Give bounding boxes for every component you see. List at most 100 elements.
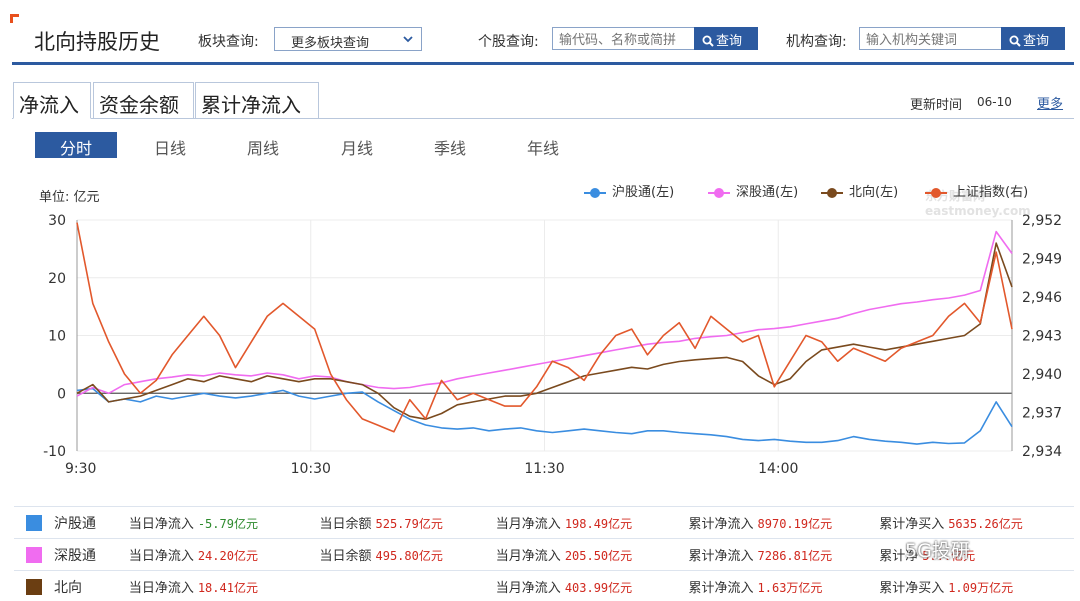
stats-cell: 当日净流入 -5.79亿元	[128, 506, 320, 539]
period-tab-daily[interactable]: 日线	[129, 132, 211, 158]
stats-label: 当日净流入	[128, 549, 194, 564]
intraday-flow-chart: 30 20 10 0 -10 2,952 2,949 2,946 2,943 2,940 2,937…	[43, 213, 1062, 477]
stats-row: 北向 当日净流入 18.41亿元 当月净流入 403.99亿元 累计净流入 1.63万亿元累…	[14, 570, 1074, 601]
period-tab-weekly[interactable]: 周线	[222, 132, 304, 158]
sector-select-value: 更多板块查询	[291, 36, 370, 51]
corner-mark	[10, 14, 19, 23]
stats-value: 8970.19亿元	[757, 517, 833, 531]
stats-value: 1.09万亿元	[948, 581, 1014, 595]
inst-query-label: 机构查询:	[786, 34, 847, 50]
stats-cell: 当日余额 525.79亿元	[319, 506, 496, 539]
stats-series-cell: 北向	[14, 570, 129, 601]
header-divider	[12, 62, 1074, 65]
period-tab-monthly[interactable]: 月线	[316, 132, 398, 158]
y-tick-label-right: 2,934	[1022, 444, 1062, 460]
stats-value: 403.99亿元	[564, 581, 633, 595]
update-time-value: 06-10	[977, 95, 1012, 109]
stats-label: 累计净流入	[688, 549, 754, 564]
stats-label: 当月净流入	[495, 549, 561, 564]
tab-fund-balance[interactable]: 资金余额	[93, 82, 194, 119]
y-tick-label-right: 2,940	[1022, 367, 1062, 383]
stats-cell: 当日余额 495.80亿元	[319, 538, 496, 571]
y-tick-label-left: 30	[48, 213, 66, 229]
period-tab-intraday[interactable]: 分时	[35, 132, 117, 158]
x-tick-label: 9:30	[65, 461, 96, 477]
period-tab-quarterly[interactable]: 季线	[409, 132, 491, 158]
stats-value: 24.20亿元	[197, 549, 258, 563]
stats-cell: 当月净流入 198.49亿元	[495, 506, 689, 539]
y-tick-label-right: 2,949	[1022, 252, 1062, 268]
stats-value: 5635.26亿元	[948, 517, 1023, 531]
stats-label: 当日余额	[319, 549, 372, 564]
y-tick-label-right: 2,937	[1022, 406, 1062, 422]
inst-search-input[interactable]	[859, 27, 1002, 50]
y-tick-label-left: 10	[48, 329, 66, 345]
sector-select[interactable]: 更多板块查询	[274, 27, 422, 51]
stats-value: 205.50亿元	[564, 549, 633, 563]
stats-cell: 当月净流入 205.50亿元	[495, 538, 689, 571]
series-color-square	[26, 514, 42, 531]
stats-value: 495.80亿元	[375, 549, 443, 563]
stats-series-name: 沪股通	[54, 515, 96, 532]
stats-label: 当日余额	[319, 517, 372, 532]
chevron-down-icon	[403, 36, 413, 43]
stats-cell: 当日净流入 24.20亿元	[128, 538, 320, 571]
x-tick-label: 11:30	[524, 461, 564, 477]
stats-series-cell: 深股通	[14, 538, 129, 571]
legend-swatch	[584, 187, 606, 198]
stats-series-name: 北向	[54, 579, 82, 596]
stock-query-label: 个股查询:	[478, 34, 539, 50]
stats-cell: 累计净流入 1.63万亿元	[688, 570, 880, 601]
stats-cell	[319, 570, 496, 601]
stats-cell: 累计净买入 1.09万亿元	[879, 570, 1074, 601]
page-title: 北向持股历史	[34, 30, 160, 54]
stats-label: 累计净买入	[879, 581, 945, 596]
stats-series-name: 深股通	[54, 547, 96, 564]
legend-swatch	[708, 187, 730, 198]
stats-cell: 累计净买入 5635.26亿元	[879, 506, 1074, 539]
stats-label: 当日净流入	[128, 581, 194, 596]
y-tick-label-right: 2,946	[1022, 290, 1062, 306]
tab-cumulative-inflow[interactable]: 累计净流入	[195, 82, 319, 119]
stats-label: 累计净流入	[688, 581, 754, 596]
stats-value: 18.41亿元	[197, 581, 258, 595]
stats-value: 525.79亿元	[375, 517, 443, 531]
stats-cell: 当日净流入 18.41亿元	[128, 570, 320, 601]
stock-search-input[interactable]	[552, 27, 695, 50]
stats-value: 7286.81亿元	[757, 549, 833, 563]
stats-series-cell: 沪股通	[14, 506, 129, 539]
period-tab-yearly[interactable]: 年线	[502, 132, 584, 158]
inst-search-button[interactable]: 查询	[1001, 27, 1065, 50]
more-link[interactable]: 更多	[1037, 93, 1063, 112]
stats-value: 1.63万亿元	[757, 581, 823, 595]
search-icon	[702, 35, 714, 47]
stock-search-button[interactable]: 查询	[694, 27, 758, 50]
search-icon	[1009, 35, 1021, 47]
stats-value: -5.79亿元	[197, 517, 258, 531]
stats-label: 当月净流入	[495, 517, 561, 532]
tab-net-inflow[interactable]: 净流入	[13, 82, 91, 119]
stock-search-button-label: 查询	[716, 34, 743, 49]
legend-swatch	[821, 187, 843, 198]
x-tick-label: 10:30	[291, 461, 331, 477]
series-color-square	[26, 546, 42, 563]
stats-label: 累计净流入	[688, 517, 754, 532]
stats-label: 当月净流入	[495, 581, 561, 596]
stats-cell: 累计净流入 8970.19亿元	[688, 506, 880, 539]
wechat-overlay-text: 5G投研	[905, 540, 970, 562]
stats-value: 198.49亿元	[564, 517, 633, 531]
stats-row: 沪股通 当日净流入 -5.79亿元 当日余额 525.79亿元 当月净流入 198.49亿元…	[14, 506, 1074, 539]
stats-label: 累计净买入	[879, 517, 945, 532]
legend-swatch	[925, 187, 947, 198]
stats-label: 当日净流入	[128, 517, 194, 532]
y-tick-label-right: 2,943	[1022, 329, 1062, 345]
y-tick-label-left: -10	[43, 444, 66, 460]
x-tick-label: 14:00	[758, 461, 798, 477]
y-tick-label-right: 2,952	[1022, 213, 1062, 229]
inst-search-button-label: 查询	[1023, 34, 1050, 49]
stats-cell: 累计净流入 7286.81亿元	[688, 538, 880, 571]
sector-query-label: 板块查询:	[198, 34, 259, 50]
stats-cell: 当月净流入 403.99亿元	[495, 570, 689, 601]
y-tick-label-left: 20	[48, 271, 66, 287]
series-color-square	[26, 578, 42, 595]
